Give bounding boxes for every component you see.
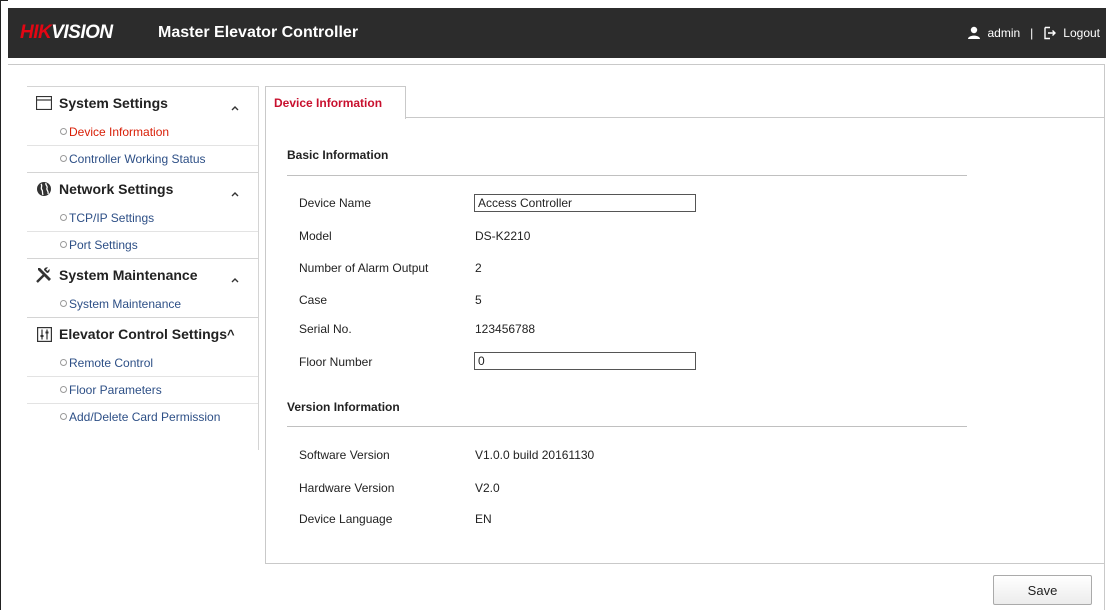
alarm-output-value: 2 — [475, 261, 482, 275]
user-box: admin | Logout — [967, 8, 1100, 58]
logout-link[interactable]: Logout — [1063, 8, 1100, 58]
software-version-label: Software Version — [299, 448, 390, 462]
chevron-up-icon[interactable]: ^ — [227, 327, 235, 342]
section-title-basic-information: Basic Information — [287, 148, 389, 162]
tab-label: Device Information — [274, 96, 383, 110]
bullet-icon — [60, 155, 67, 163]
header-separator: | — [1030, 26, 1034, 40]
device-name-label: Device Name — [299, 196, 372, 210]
sidebar-item-tcpip-settings[interactable]: TCP/IP Settings — [27, 205, 258, 231]
sidebar-item-label: Device Information — [69, 125, 170, 139]
alarm-output-label: Number of Alarm Output — [299, 261, 429, 275]
tools-icon — [34, 265, 54, 285]
sidebar-group-network-settings[interactable]: Network Settings — [27, 172, 258, 205]
floor-number-label: Floor Number — [299, 355, 373, 369]
sidebar-item-system-maintenance[interactable]: System Maintenance — [27, 291, 258, 317]
floor-number-field[interactable] — [474, 352, 696, 370]
chevron-up-icon[interactable] — [231, 270, 239, 286]
section-title-version-information: Version Information — [287, 400, 400, 414]
sidebar-group-elevator-control-settings[interactable]: Elevator Control Settings ^ — [27, 317, 258, 350]
content-panel — [265, 117, 1105, 564]
window-frame-top — [0, 0, 8, 1]
model-value: DS-K2210 — [475, 229, 531, 243]
sidebar-item-add-delete-card-permission[interactable]: Add/Delete Card Permission — [27, 403, 258, 430]
sidebar-item-label: Floor Parameters — [69, 383, 162, 397]
serial-number-value: 123456788 — [475, 322, 536, 336]
header-bar: HIKVISION Master Elevator Controller adm… — [8, 8, 1106, 58]
bullet-icon — [60, 359, 67, 367]
hardware-version-label: Hardware Version — [299, 481, 395, 495]
bullet-icon — [60, 128, 67, 136]
sidebar-item-label: Add/Delete Card Permission — [69, 410, 221, 424]
sidebar-group-label: Elevator Control Settings — [59, 326, 228, 342]
sidebar-group-system-maintenance[interactable]: System Maintenance — [27, 258, 258, 291]
app-title: Master Elevator Controller — [158, 24, 359, 41]
bullet-icon — [60, 241, 67, 249]
window-icon — [34, 93, 54, 113]
model-label: Model — [299, 229, 332, 243]
device-name-field[interactable] — [474, 194, 696, 212]
tab-device-information[interactable]: Device Information — [265, 86, 406, 119]
sidebar-item-remote-control[interactable]: Remote Control — [27, 350, 258, 376]
divider — [287, 426, 967, 427]
sidebar-item-controller-working-status[interactable]: Controller Working Status — [27, 145, 258, 172]
device-language-label: Device Language — [299, 512, 393, 526]
sliders-icon — [34, 324, 54, 344]
sidebar-item-label: Remote Control — [69, 356, 154, 370]
device-language-value: EN — [475, 512, 492, 526]
divider — [287, 175, 967, 176]
sidebar-item-label: System Maintenance — [69, 297, 182, 311]
bullet-icon — [60, 214, 67, 222]
sidebar-item-device-information[interactable]: Device Information — [27, 119, 258, 145]
bullet-icon — [60, 300, 67, 308]
hardware-version-value: V2.0 — [475, 481, 500, 495]
sidebar-item-label: Port Settings — [69, 238, 138, 252]
sidebar-group-system-settings[interactable]: System Settings — [27, 86, 258, 119]
brand-logo-vision: VISION — [51, 22, 113, 43]
chevron-up-icon[interactable] — [231, 184, 239, 200]
sidebar-item-floor-parameters[interactable]: Floor Parameters — [27, 376, 258, 403]
sidebar-group-label: System Settings — [59, 95, 168, 111]
user-icon — [967, 26, 981, 40]
brand-logo: HIKVISION — [20, 8, 113, 58]
username-link[interactable]: admin — [987, 8, 1020, 58]
window-frame-left — [0, 0, 1, 610]
logout-icon[interactable] — [1043, 26, 1057, 40]
brand-logo-hik: HIK — [20, 22, 52, 43]
serial-number-label: Serial No. — [299, 322, 352, 336]
case-value: 5 — [475, 293, 482, 307]
case-label: Case — [299, 293, 328, 307]
sidebar-item-port-settings[interactable]: Port Settings — [27, 231, 258, 258]
sidebar-item-label: Controller Working Status — [69, 152, 206, 166]
bullet-icon — [60, 413, 67, 421]
save-button[interactable]: Save — [993, 575, 1092, 605]
sidebar-group-label: Network Settings — [59, 181, 174, 197]
bullet-icon — [60, 386, 67, 394]
sidebar-item-label: TCP/IP Settings — [69, 211, 155, 225]
software-version-value: V1.0.0 build 20161130 — [475, 448, 595, 462]
sidebar-group-label: System Maintenance — [59, 267, 198, 283]
sidebar: System Settings Device Information Contr… — [27, 86, 259, 450]
globe-icon — [34, 179, 54, 199]
chevron-up-icon[interactable] — [231, 98, 239, 114]
